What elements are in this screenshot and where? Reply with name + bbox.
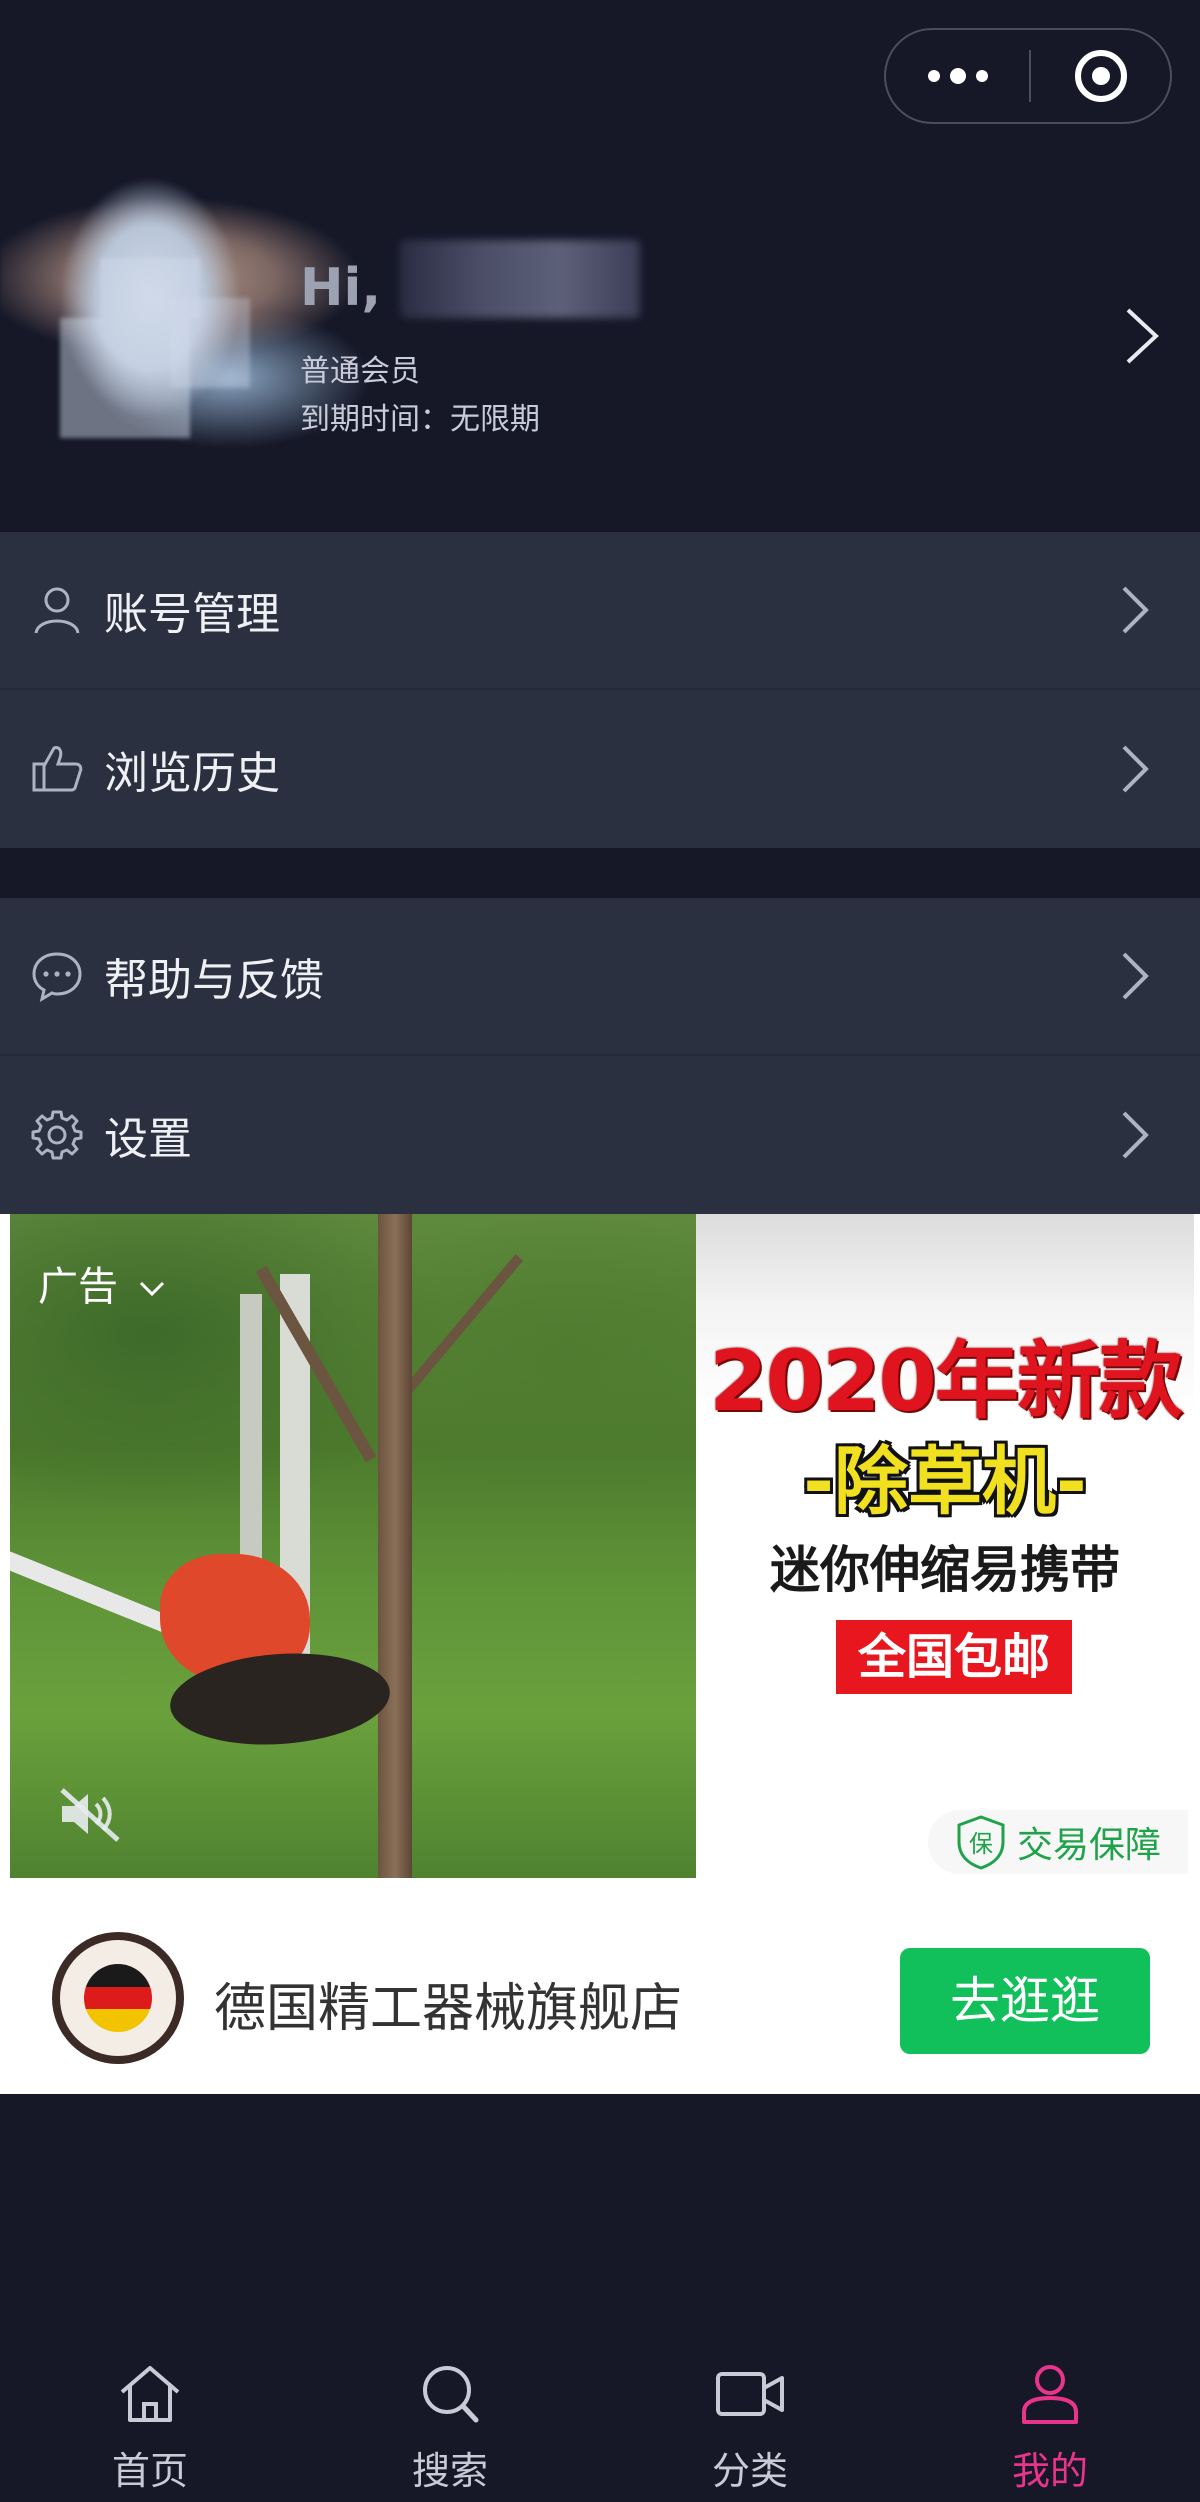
tab-category[interactable]: 分类: [600, 2330, 900, 2502]
tab-label: 搜索: [411, 2449, 488, 2493]
germany-flag-icon: [84, 1964, 152, 2032]
menu-item-account-management[interactable]: 账号管理: [0, 532, 1200, 690]
store-name: 德国精工器械旗舰店: [214, 1979, 683, 2039]
mute-icon[interactable]: [56, 1784, 126, 1844]
tab-label: 分类: [711, 2449, 788, 2493]
menu-label: 设置: [104, 1114, 192, 1165]
ad-product-name: -除草机-: [803, 1439, 1087, 1525]
guarantee-mark: 保: [969, 1830, 993, 1858]
menu-item-browse-history[interactable]: 浏览历史: [0, 690, 1200, 848]
chevron-right-icon: [1122, 952, 1149, 1000]
guarantee-text: 交易保障: [1016, 1825, 1161, 1866]
gear-icon: [31, 1110, 83, 1160]
chevron-right-icon[interactable]: [1122, 306, 1162, 366]
video-camera-icon: [716, 2372, 784, 2416]
more-dots-icon[interactable]: [886, 30, 1029, 122]
chat-bubble-icon: [32, 952, 82, 1003]
chevron-right-icon: [1122, 1111, 1149, 1159]
free-shipping-badge: 全国包邮: [836, 1620, 1072, 1694]
chevron-right-icon: [1122, 586, 1149, 634]
trade-guarantee-badge: 保 交易保障: [928, 1810, 1188, 1874]
ad-label[interactable]: 广告: [38, 1254, 167, 1312]
username-blurred: [400, 240, 640, 318]
tab-label: 首页: [111, 2449, 188, 2493]
ad-footer: 德国精工器械旗舰店 去逛逛: [0, 1878, 1200, 2094]
ad-video[interactable]: 广告 2020年新款 -除草机- 迷你伸缩易携带 全国包邮 保 交易保障: [10, 1214, 1194, 1878]
user-icon: [34, 587, 80, 634]
membership-expiry: 到期时间：无限期: [300, 402, 540, 437]
profile-header[interactable]: Hi, 普通会员 到期时间：无限期: [0, 128, 1200, 528]
go-shopping-button[interactable]: 去逛逛: [900, 1948, 1150, 2054]
bottom-tab-bar: 首页 搜索 分类 我的: [0, 2330, 1200, 2502]
thumbs-up-icon: [32, 746, 83, 792]
member-level: 普通会员: [300, 354, 420, 389]
menu-label: 帮助与反馈: [104, 955, 324, 1006]
menu-item-help-feedback[interactable]: 帮助与反馈: [0, 898, 1200, 1056]
search-icon: [423, 2366, 479, 2423]
ad-promo-panel: 2020年新款 -除草机- 迷你伸缩易携带 全国包邮 保 交易保障: [696, 1214, 1194, 1878]
tab-home[interactable]: 首页: [0, 2330, 300, 2502]
home-icon: [120, 2366, 180, 2422]
menu-item-settings[interactable]: 设置: [0, 1056, 1200, 1214]
ad-card[interactable]: 广告 2020年新款 -除草机- 迷你伸缩易携带 全国包邮 保 交易保障 德国精…: [0, 1214, 1200, 2094]
menu-group-support: 帮助与反馈 设置: [0, 898, 1200, 1214]
menu-group-account: 账号管理 浏览历史: [0, 532, 1200, 848]
target-circle-icon[interactable]: [1031, 30, 1170, 122]
profile-page: Hi, 普通会员 到期时间：无限期 账号管理 浏览历史 帮助与反馈 设置 广告 …: [0, 0, 1200, 2502]
chevron-right-icon: [1122, 745, 1149, 793]
tab-mine[interactable]: 我的: [900, 2330, 1200, 2502]
ad-headline: 2020年新款: [709, 1332, 1183, 1430]
mini-program-capsule: [884, 28, 1172, 124]
shield-icon: 保: [957, 1815, 1005, 1870]
store-logo: [52, 1932, 184, 2064]
menu-label: 账号管理: [104, 589, 280, 640]
ad-photo: [10, 1214, 696, 1878]
chevron-down-icon: [139, 1281, 164, 1297]
tab-search[interactable]: 搜索: [300, 2330, 600, 2502]
ad-subtitle: 迷你伸缩易携带: [770, 1541, 1120, 1599]
person-icon: [1022, 2365, 1078, 2424]
menu-label: 浏览历史: [104, 748, 280, 799]
greeting-text: Hi,: [300, 258, 382, 318]
tab-label: 我的: [1011, 2449, 1088, 2493]
